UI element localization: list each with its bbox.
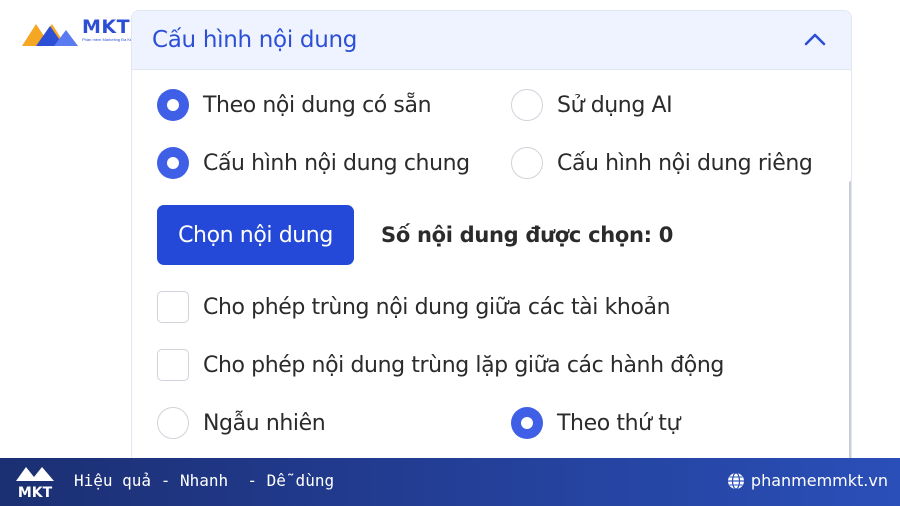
footer-mkt-logo: MKT xyxy=(16,467,54,501)
radio-config-private[interactable]: Cấu hình nội dung riêng xyxy=(511,147,813,179)
footer-logo-word: MKT xyxy=(18,485,53,501)
selected-count-label: Số nội dung được chọn: 0 xyxy=(381,223,674,247)
checkbox-label: Cho phép nội dung trùng lặp giữa các hàn… xyxy=(203,352,724,378)
mkt-mountain-icon xyxy=(22,24,78,46)
radio-button[interactable] xyxy=(157,407,189,439)
radio-label: Theo nội dung có sẵn xyxy=(203,92,432,118)
checkbox-allow-dup-accounts[interactable]: Cho phép trùng nội dung giữa các tài kho… xyxy=(157,291,671,323)
radio-source-ai[interactable]: Sử dụng AI xyxy=(511,89,673,121)
radio-config-common[interactable]: Cấu hình nội dung chung xyxy=(157,147,470,179)
footer-slogan: Hiệu quả - Nhanh - Dễ dùng xyxy=(74,471,335,490)
radio-source-available[interactable]: Theo nội dung có sẵn xyxy=(157,89,432,121)
checkbox-label: Cho phép trùng nội dung giữa các tài kho… xyxy=(203,294,671,320)
checkbox[interactable] xyxy=(157,291,189,323)
panel-title: Cấu hình nội dung xyxy=(152,27,358,53)
scrollbar[interactable] xyxy=(849,181,851,471)
radio-label: Ngẫu nhiên xyxy=(203,410,326,436)
collapse-button[interactable] xyxy=(797,25,833,55)
radio-label: Theo thứ tự xyxy=(557,410,681,436)
footer-website-text[interactable]: phanmemmkt.vn xyxy=(751,471,888,490)
footer-banner: MKT Hiệu quả - Nhanh - Dễ dùng phanmemmk… xyxy=(0,458,900,506)
radio-button[interactable] xyxy=(511,89,543,121)
chevron-up-icon xyxy=(804,33,826,46)
radio-order-sequential[interactable]: Theo thứ tự xyxy=(511,407,680,439)
footer-website[interactable]: phanmemmkt.vn xyxy=(727,471,888,490)
logo-word: MKT xyxy=(82,16,131,38)
radio-label: Cấu hình nội dung riêng xyxy=(557,150,813,176)
globe-icon xyxy=(727,471,744,490)
checkbox-allow-dup-actions[interactable]: Cho phép nội dung trùng lặp giữa các hàn… xyxy=(157,349,724,381)
choose-content-button[interactable]: Chọn nội dung xyxy=(157,205,354,265)
checkbox[interactable] xyxy=(157,349,189,381)
radio-label: Cấu hình nội dung chung xyxy=(203,150,470,176)
radio-button-selected[interactable] xyxy=(157,147,189,179)
panel-header[interactable]: Cấu hình nội dung xyxy=(132,11,851,70)
mkt-logo: MKT Phần mềm Marketing Đa Kênh xyxy=(20,18,137,48)
radio-order-random[interactable]: Ngẫu nhiên xyxy=(157,407,326,439)
logo-tagline: Phần mềm Marketing Đa Kênh xyxy=(82,37,137,42)
radio-button[interactable] xyxy=(511,147,543,179)
radio-button-selected[interactable] xyxy=(511,407,543,439)
radio-button-selected[interactable] xyxy=(157,89,189,121)
radio-label: Sử dụng AI xyxy=(557,92,673,118)
